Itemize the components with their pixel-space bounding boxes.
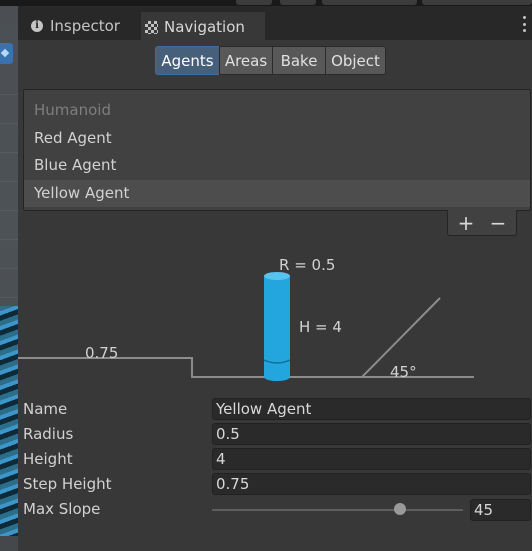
slope-angle-label: 45° <box>390 363 417 381</box>
max-slope-slider-track[interactable] <box>212 509 463 511</box>
radius-label: R = 0.5 <box>279 256 336 274</box>
height-label: H = 4 <box>299 318 342 336</box>
radius-field[interactable]: 0.5 <box>212 423 531 445</box>
step-height-label: 0.75 <box>85 344 119 362</box>
name-field[interactable]: Yellow Agent <box>212 398 531 420</box>
name-label: Name <box>23 400 68 418</box>
radius-label-field: Radius <box>23 425 74 443</box>
height-label-field: Height <box>23 450 73 468</box>
max-slope-field[interactable]: 45 <box>470 499 531 521</box>
height-field[interactable]: 4 <box>212 448 531 470</box>
agent-cylinder <box>263 272 291 381</box>
navigation-window: i Inspector Navigation Agents Areas Bake… <box>0 0 532 551</box>
ground-outline <box>18 297 441 378</box>
step-height-label-field: Step Height <box>23 475 112 493</box>
max-slope-label: Max Slope <box>23 500 101 518</box>
step-height-field[interactable]: 0.75 <box>212 473 531 495</box>
